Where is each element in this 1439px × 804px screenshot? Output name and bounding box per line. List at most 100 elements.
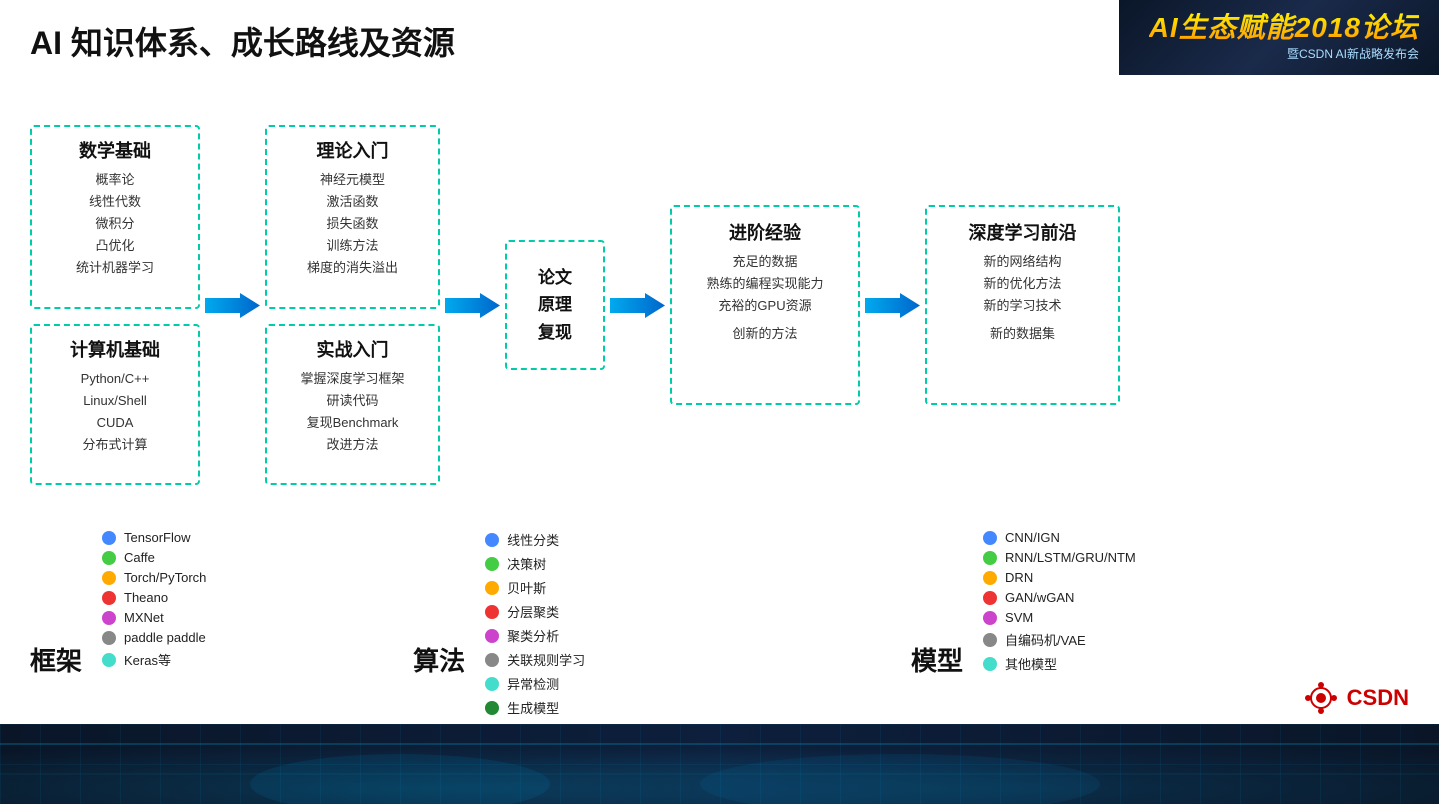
framework-label: 框架 — [30, 641, 82, 678]
advanced-item-1: 充足的数据 — [687, 251, 843, 273]
algo-item-anomaly: 异常检测 — [485, 674, 585, 693]
label-assoc: 关联规则学习 — [507, 650, 585, 669]
label-paddle: paddle paddle — [124, 630, 206, 645]
sub-box-computer: 计算机基础 Python/C++ Linux/Shell CUDA 分布式计算 — [30, 324, 200, 485]
label-linear: 线性分类 — [507, 530, 559, 549]
theory-item-4: 训练方法 — [279, 235, 426, 257]
algo-item-hierarchical: 分层聚类 — [485, 602, 585, 621]
practice-item-1: 掌握深度学习框架 — [279, 368, 426, 390]
theory-item-2: 激活函数 — [279, 191, 426, 213]
box4-advanced: 进阶经验 充足的数据 熟练的编程实现能力 充裕的GPU资源 创新的方法 — [670, 205, 860, 405]
label-other-model: 其他模型 — [1005, 654, 1057, 673]
label-caffe: Caffe — [124, 550, 155, 565]
sub-box-math: 数学基础 概率论 线性代数 微积分 凸优化 统计机器学习 — [30, 125, 200, 309]
advanced-item-2: 熟练的编程实现能力 — [687, 273, 843, 295]
label-keras: Keras等 — [124, 650, 171, 669]
banner-subtitle: 暨CSDN AI新战略发布会 — [1287, 45, 1419, 62]
advanced-item-3: 充裕的GPU资源 — [687, 295, 843, 317]
algo-item-tree: 决策树 — [485, 554, 585, 573]
model-item-rnn: RNN/LSTM/GRU/NTM — [983, 550, 1136, 565]
algo-item-linear: 线性分类 — [485, 530, 585, 549]
model-item-svm: SVM — [983, 610, 1136, 625]
computer-title: 计算机基础 — [44, 336, 186, 362]
practice-item-4: 改进方法 — [279, 434, 426, 456]
math-item-2: 线性代数 — [44, 191, 186, 213]
frontier-item-3: 新的学习技术 — [942, 295, 1103, 317]
model-item-autoenc: 自编码机/VAE — [983, 630, 1136, 649]
label-cnn: CNN/IGN — [1005, 530, 1060, 545]
label-autoenc: 自编码机/VAE — [1005, 630, 1086, 649]
frontier-item-5: 新的数据集 — [942, 323, 1103, 345]
algo-item-bayes: 贝叶斯 — [485, 578, 585, 597]
math-item-4: 凸优化 — [44, 235, 186, 257]
box5-frontier: 深度学习前沿 新的网络结构 新的优化方法 新的学习技术 新的数据集 — [925, 205, 1120, 405]
dot-cnn — [983, 531, 997, 545]
theory-item-1: 神经元模型 — [279, 169, 426, 191]
dot-mxnet — [102, 611, 116, 625]
dot-assoc — [485, 653, 499, 667]
label-bayes: 贝叶斯 — [507, 578, 546, 597]
dot-paddle — [102, 631, 116, 645]
label-anomaly: 异常检测 — [507, 674, 559, 693]
dot-theano — [102, 591, 116, 605]
sub-box-theory: 理论入门 神经元模型 激活函数 损失函数 训练方法 梯度的消失溢出 — [265, 125, 440, 309]
framework-item-caffe: Caffe — [102, 550, 206, 565]
framework-item-torch: Torch/PyTorch — [102, 570, 206, 585]
label-cluster: 聚类分析 — [507, 626, 559, 645]
dot-hierarchical — [485, 605, 499, 619]
framework-item-theano: Theano — [102, 590, 206, 605]
model-item-drn: DRN — [983, 570, 1136, 585]
computer-item-2: Linux/Shell — [44, 390, 186, 412]
theory-item-5: 梯度的消失溢出 — [279, 257, 426, 279]
dot-other-model — [983, 657, 997, 671]
framework-item-tensorflow: TensorFlow — [102, 530, 206, 545]
frontier-item-1: 新的网络结构 — [942, 251, 1103, 273]
advanced-title: 进阶经验 — [687, 219, 843, 245]
glow-lines — [0, 724, 1439, 804]
arrow-4 — [865, 288, 920, 323]
dot-rnn — [983, 551, 997, 565]
math-item-5: 统计机器学习 — [44, 257, 186, 279]
dot-caffe — [102, 551, 116, 565]
model-item-cnn: CNN/IGN — [983, 530, 1136, 545]
dot-svm — [983, 611, 997, 625]
box1-math-computer: 数学基础 概率论 线性代数 微积分 凸优化 统计机器学习 计算机基础 Pytho… — [30, 125, 200, 485]
dot-gan — [983, 591, 997, 605]
frontier-title: 深度学习前沿 — [942, 219, 1103, 245]
dot-gen — [485, 701, 499, 715]
computer-item-1: Python/C++ — [44, 368, 186, 390]
practice-item-3: 复现Benchmark — [279, 412, 426, 434]
csdn-icon — [1303, 680, 1339, 716]
dot-keras — [102, 653, 116, 667]
csdn-logo-area: CSDN — [1303, 680, 1409, 716]
label-rnn: RNN/LSTM/GRU/NTM — [1005, 550, 1136, 565]
dot-tensorflow — [102, 531, 116, 545]
arrow-1 — [205, 288, 260, 323]
label-hierarchical: 分层聚类 — [507, 602, 559, 621]
model-legend-items: CNN/IGN RNN/LSTM/GRU/NTM DRN GAN/wGAN SV… — [983, 530, 1136, 673]
main-content: 数学基础 概率论 线性代数 微积分 凸优化 统计机器学习 计算机基础 Pytho… — [0, 75, 1439, 724]
practice-title: 实战入门 — [279, 336, 426, 362]
label-gan: GAN/wGAN — [1005, 590, 1074, 605]
box2-theory-practice: 理论入门 神经元模型 激活函数 损失函数 训练方法 梯度的消失溢出 实战入门 掌… — [265, 125, 440, 485]
advanced-item-5: 创新的方法 — [687, 323, 843, 345]
practice-item-2: 研读代码 — [279, 390, 426, 412]
algo-item-assoc: 关联规则学习 — [485, 650, 585, 669]
framework-item-mxnet: MXNet — [102, 610, 206, 625]
csdn-text-label: CSDN — [1347, 685, 1409, 711]
flow-diagram: 数学基础 概率论 线性代数 微积分 凸优化 统计机器学习 计算机基础 Pytho… — [30, 95, 1409, 515]
dot-anomaly — [485, 677, 499, 691]
sub-box-practice: 实战入门 掌握深度学习框架 研读代码 复现Benchmark 改进方法 — [265, 324, 440, 485]
dot-tree — [485, 557, 499, 571]
model-item-other: 其他模型 — [983, 654, 1136, 673]
dot-bayes — [485, 581, 499, 595]
model-label: 模型 — [911, 641, 963, 678]
label-tensorflow: TensorFlow — [124, 530, 190, 545]
math-item-3: 微积分 — [44, 213, 186, 235]
banner-title: AI生态赋能2018论坛 — [1149, 13, 1419, 44]
dot-drn — [983, 571, 997, 585]
label-torch: Torch/PyTorch — [124, 570, 206, 585]
algo-item-cluster: 聚类分析 — [485, 626, 585, 645]
box3-paper: 论文原理复现 — [505, 240, 605, 370]
dot-torch — [102, 571, 116, 585]
